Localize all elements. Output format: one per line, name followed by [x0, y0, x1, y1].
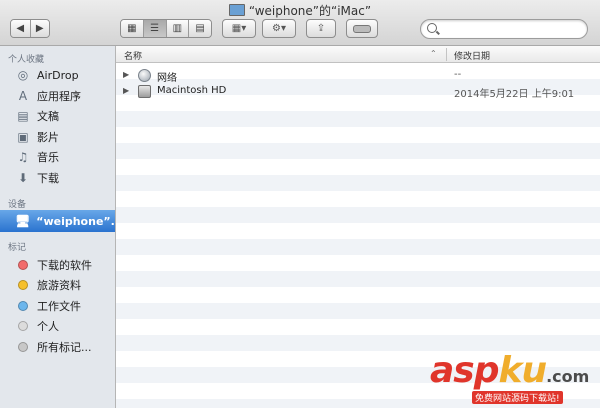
column-header-name[interactable]: 名称	[124, 49, 142, 62]
item-date: --	[454, 69, 462, 80]
item-name: Macintosh HD	[157, 85, 227, 96]
list-item[interactable]: ▶ 网络 --	[116, 68, 600, 84]
sidebar-item-label: AirDrop	[37, 68, 79, 82]
sidebar-item-label: 下载	[37, 172, 59, 185]
item-date: 2014年5月22日 上午9:01	[454, 89, 575, 100]
imac-icon: 🖥	[15, 214, 31, 228]
all-tags-dot-icon	[18, 342, 28, 352]
applications-icon: A	[18, 89, 28, 103]
imac-icon	[228, 4, 245, 16]
documents-icon: ▤	[17, 109, 29, 123]
network-icon	[138, 69, 151, 82]
watermark-logo: aspku.com	[430, 350, 590, 391]
airdrop-icon: ◎	[17, 68, 29, 82]
sidebar-item-airdrop[interactable]: ◎ AirDrop	[0, 65, 115, 85]
arrange-button[interactable]: ▦▾	[222, 19, 256, 38]
disclosure-triangle-icon[interactable]: ▶	[123, 86, 129, 95]
forward-button[interactable]: ▶	[30, 20, 49, 37]
column-headers: 名称 ⌃ 修改日期	[116, 46, 600, 63]
hard-disk-icon	[138, 85, 151, 98]
sidebar-item-label: 旅游资料	[37, 279, 81, 292]
coverflow-view-icon[interactable]: ▤	[189, 20, 211, 37]
gray-tag-dot-icon	[18, 321, 28, 331]
column-view-icon[interactable]: ▥	[166, 20, 190, 37]
sidebar-item-label: 音乐	[37, 151, 59, 164]
sidebar-item-imac[interactable]: 🖥 “weiphone”...	[0, 210, 123, 232]
share-button[interactable]: ⇪	[306, 19, 336, 38]
sidebar-item-label: 下载的软件	[37, 259, 92, 272]
sidebar-item-label: 所有标记...	[37, 341, 92, 354]
sidebar-item-label: “weiphone”...	[36, 214, 124, 228]
sidebar-item-label: 影片	[37, 131, 59, 144]
finder-window: “weiphone”的“iMac” ◀ ▶ ▦ ☰ ▥ ▤ ▦▾ ⚙▾ ⇪ 个人…	[0, 0, 600, 408]
nav-buttons: ◀ ▶	[10, 19, 50, 38]
sidebar-tag-downloaded-software[interactable]: 下载的软件	[0, 255, 115, 275]
sidebar-tag-personal[interactable]: 个人	[0, 316, 115, 336]
favorites-heading: 个人收藏	[8, 55, 45, 65]
window-title: “weiphone”的“iMac”	[0, 2, 600, 19]
tags-heading: 标记	[8, 243, 27, 253]
sidebar-item-movies[interactable]: ▣ 影片	[0, 127, 115, 147]
search-field[interactable]	[420, 19, 588, 39]
tags-button[interactable]	[346, 19, 378, 38]
action-button[interactable]: ⚙▾	[262, 19, 296, 38]
watermark: aspku.com 免费网站源码下载站!	[430, 350, 600, 408]
sidebar-item-label: 文稿	[37, 110, 59, 123]
red-tag-dot-icon	[18, 260, 28, 270]
sidebar-item-music[interactable]: ♫ 音乐	[0, 147, 115, 167]
window-title-text: “weiphone”的“iMac”	[248, 4, 372, 18]
back-button[interactable]: ◀	[11, 20, 31, 37]
toolbar: “weiphone”的“iMac” ◀ ▶ ▦ ☰ ▥ ▤ ▦▾ ⚙▾ ⇪	[0, 0, 600, 46]
item-name: 网络	[157, 73, 177, 84]
sidebar-item-label: 应用程序	[37, 90, 81, 103]
sidebar-item-label: 个人	[37, 320, 59, 333]
yellow-tag-dot-icon	[18, 280, 28, 290]
sidebar-tag-work[interactable]: 工作文件	[0, 296, 115, 316]
sidebar-tag-all[interactable]: 所有标记...	[0, 337, 115, 357]
devices-heading: 设备	[8, 200, 27, 210]
sidebar-item-applications[interactable]: A 应用程序	[0, 86, 115, 106]
column-divider	[446, 48, 447, 61]
grid-view-icon[interactable]: ▦	[121, 20, 144, 37]
music-icon: ♫	[17, 150, 29, 164]
gear-icon: ⚙▾	[272, 23, 286, 34]
view-mode-buttons: ▦ ☰ ▥ ▤	[120, 19, 212, 38]
back-arrow-icon: ◀	[16, 23, 25, 34]
sidebar-tag-travel[interactable]: 旅游资料	[0, 275, 115, 295]
sidebar-item-label: 工作文件	[37, 300, 81, 313]
tag-icon	[353, 24, 371, 33]
blue-tag-dot-icon	[18, 301, 28, 311]
downloads-icon: ⬇	[17, 171, 29, 185]
share-icon: ⇪	[316, 23, 326, 34]
forward-arrow-icon: ▶	[35, 23, 44, 34]
watermark-tagline: 免费网站源码下载站!	[472, 391, 563, 404]
sidebar: 个人收藏 ◎ AirDrop A 应用程序 ▤ 文稿 ▣ 影片 ♫ 音乐 ⬇ 下载 设备 🖥…	[0, 46, 123, 408]
sidebar-item-downloads[interactable]: ⬇ 下载	[0, 168, 115, 188]
movies-icon: ▣	[17, 130, 29, 144]
sidebar-item-documents[interactable]: ▤ 文稿	[0, 106, 115, 126]
disclosure-triangle-icon[interactable]: ▶	[123, 70, 129, 79]
sort-caret-icon: ⌃	[430, 49, 437, 58]
list-item[interactable]: ▶ Macintosh HD 2014年5月22日 上午9:01	[116, 84, 600, 100]
list-view-icon[interactable]: ☰	[143, 20, 167, 37]
search-icon	[427, 23, 437, 33]
arrange-icon: ▦▾	[231, 23, 247, 34]
column-header-date[interactable]: 修改日期	[454, 49, 490, 62]
